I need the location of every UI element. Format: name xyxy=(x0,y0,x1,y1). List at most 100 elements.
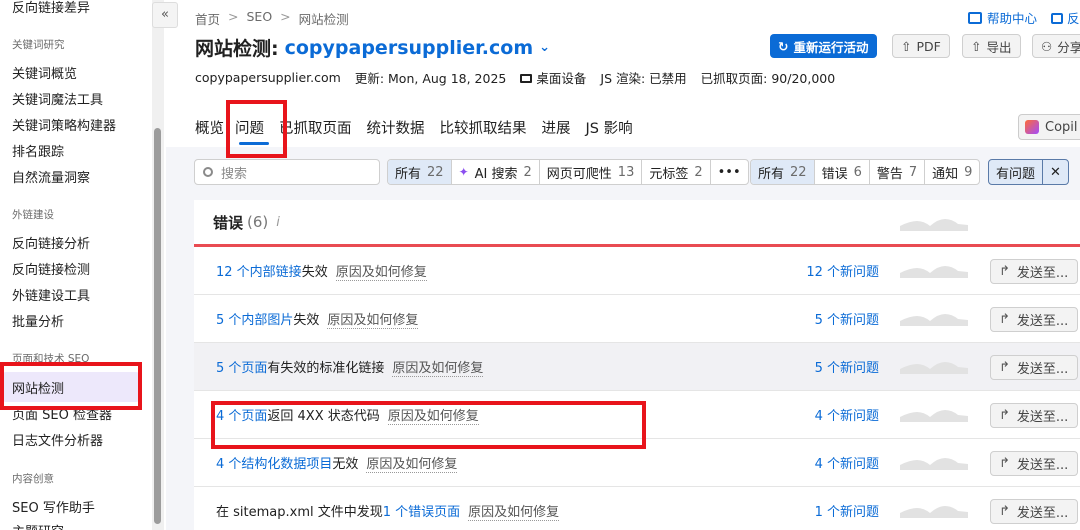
new-issues-link[interactable]: 4 个新问题 xyxy=(784,453,879,472)
sidebar-scrollbar-thumb[interactable] xyxy=(154,128,161,524)
new-issues-link[interactable]: 5 个新问题 xyxy=(784,309,879,328)
sidebar-item-backlink-analytics[interactable]: 反向链接分析 xyxy=(12,233,90,252)
send-to-button[interactable]: ↱ 发送至... xyxy=(990,403,1078,428)
sidebar-item-seo-writing-assistant[interactable]: SEO 写作助手 xyxy=(12,497,95,516)
sidebar-heading-keyword-research: 关键词研究 xyxy=(12,39,65,51)
table-row[interactable]: 在 sitemap.xml 文件中发现 1 个错误页面 原因及如何修复 1 个新… xyxy=(194,487,1080,530)
filter-category-ai-search[interactable]: ✦ AI 搜索 2 xyxy=(452,160,540,184)
tab-statistics[interactable]: 统计数据 xyxy=(367,117,425,138)
rerun-campaign-button[interactable]: ↻ 重新运行活动 xyxy=(770,34,877,58)
new-issues-link[interactable]: 1 个新问题 xyxy=(784,501,879,520)
issue-text: 失效 xyxy=(301,265,328,280)
chevron-down-icon[interactable]: ⌄ xyxy=(539,40,550,55)
issue-link[interactable]: 12 个内部链接 xyxy=(216,261,302,280)
sidebar-item-keyword-overview[interactable]: 关键词概览 xyxy=(12,63,77,82)
share-arrow-icon: ↱ xyxy=(999,408,1010,423)
tab-overview[interactable]: 概览 xyxy=(195,117,224,138)
export-button[interactable]: ⇧ 导出 xyxy=(962,34,1021,58)
tab-js-impact[interactable]: JS 影响 xyxy=(586,117,633,138)
annotation-box-4xx-row xyxy=(211,401,646,449)
upload-icon: ⇧ xyxy=(971,38,982,54)
why-and-how-to-fix-link[interactable]: 原因及如何修复 xyxy=(468,501,560,521)
new-issues-link[interactable]: 12 个新问题 xyxy=(784,261,879,280)
table-row[interactable]: 12 个内部链接 失效 原因及如何修复 12 个新问题 ↱ 发送至... xyxy=(194,247,1080,295)
send-to-button[interactable]: ↱ 发送至... xyxy=(990,307,1078,332)
table-row[interactable]: 5 个内部图片 失效 原因及如何修复 5 个新问题 ↱ 发送至... xyxy=(194,295,1080,343)
why-and-how-to-fix-link[interactable]: 原因及如何修复 xyxy=(392,357,484,377)
sidebar-item-link-building-tool[interactable]: 外链建设工具 xyxy=(12,285,90,304)
search-icon xyxy=(203,167,213,177)
share-arrow-icon: ↱ xyxy=(999,360,1010,375)
meta-pages-crawled: 已抓取页面: 90/20,000 xyxy=(700,71,836,86)
trend-sparkline xyxy=(900,362,968,374)
breadcrumb-seo[interactable]: SEO xyxy=(247,9,273,28)
feedback-link[interactable]: 反 xyxy=(1051,8,1080,27)
breadcrumb-home[interactable]: 首页 xyxy=(195,9,220,28)
copilot-button[interactable]: Copil xyxy=(1018,114,1080,140)
error-group-title: 错误 xyxy=(213,213,244,232)
issue-link[interactable]: 5 个页面 xyxy=(216,357,267,376)
filter-category-all[interactable]: 所有 22 xyxy=(388,160,452,184)
info-icon[interactable]: i xyxy=(276,215,280,230)
send-to-button[interactable]: ↱ 发送至... xyxy=(990,355,1078,380)
sidebar-item-topic-research[interactable]: 主题研究 xyxy=(12,521,64,530)
breadcrumb-sep-icon: > xyxy=(228,9,239,24)
sidebar-item-log-file-analyzer[interactable]: 日志文件分析器 xyxy=(12,430,103,449)
breadcrumb-site-audit: 网站检测 xyxy=(298,12,349,27)
issue-text: 无效 xyxy=(332,457,359,472)
more-categories-icon[interactable]: ••• xyxy=(711,160,748,184)
sidebar-item-backlink-gap[interactable]: 反向链接差异 xyxy=(12,0,90,16)
why-and-how-to-fix-link[interactable]: 原因及如何修复 xyxy=(366,453,458,473)
new-issues-link[interactable]: 5 个新问题 xyxy=(784,357,879,376)
issue-link[interactable]: 5 个内部图片 xyxy=(216,309,293,328)
send-to-button[interactable]: ↱ 发送至... xyxy=(990,499,1078,524)
has-issue-filter: 有问题 ✕ xyxy=(988,159,1069,185)
book-icon xyxy=(968,12,982,24)
sidebar-item-bulk-analysis[interactable]: 批量分析 xyxy=(12,311,64,330)
severity-filter: 所有 22 错误 6 警告 7 通知 9 xyxy=(750,159,981,185)
issue-text: 失效 xyxy=(293,313,320,328)
project-domain-selector[interactable]: copypapersupplier.com xyxy=(285,37,534,59)
send-to-button[interactable]: ↱ 发送至... xyxy=(990,451,1078,476)
sidebar-item-organic-traffic-insights[interactable]: 自然流量洞察 xyxy=(12,167,90,186)
search-input[interactable]: 搜索 xyxy=(194,159,380,185)
share-button[interactable]: ⚇ 分享 xyxy=(1032,34,1080,58)
has-issue-toggle[interactable]: 有问题 xyxy=(989,160,1042,184)
close-icon[interactable]: ✕ xyxy=(1042,160,1068,184)
tab-crawled-pages[interactable]: 已抓取页面 xyxy=(279,117,352,138)
sidebar: 反向链接差异 关键词研究 关键词概览 关键词魔法工具 关键词策略构建器 排名跟踪… xyxy=(0,0,152,530)
table-row[interactable]: 5 个页面 有失效的标准化链接 原因及如何修复 5 个新问题 ↱ 发送至... xyxy=(194,343,1080,391)
filter-severity-errors[interactable]: 错误 6 xyxy=(815,160,870,184)
refresh-icon: ↻ xyxy=(778,38,789,54)
sidebar-item-backlink-audit[interactable]: 反向链接检测 xyxy=(12,259,90,278)
filter-severity-warnings[interactable]: 警告 7 xyxy=(870,160,926,184)
help-links: 帮助中心 反 xyxy=(968,8,1080,27)
chat-icon xyxy=(1051,13,1064,24)
copilot-icon xyxy=(1025,120,1039,134)
share-arrow-icon: ↱ xyxy=(999,312,1010,327)
issues-table: 错误 (6) i 12 个内部链接 失效 原因及如何修复 12 个新问题 ↱ 发送… xyxy=(194,200,1080,530)
sidebar-item-keyword-magic-tool[interactable]: 关键词魔法工具 xyxy=(12,89,103,108)
filter-category-crawlability[interactable]: 网页可爬性 13 xyxy=(540,160,643,184)
sidebar-item-keyword-strategy-builder[interactable]: 关键词策略构建器 xyxy=(12,115,116,134)
filter-category-meta-tags[interactable]: 元标签 2 xyxy=(642,160,711,184)
tab-progress[interactable]: 进展 xyxy=(542,117,571,138)
filter-severity-notices[interactable]: 通知 9 xyxy=(925,160,979,184)
breadcrumb: 首页 > SEO > 网站检测 xyxy=(195,9,349,28)
pdf-button[interactable]: ⇧ PDF xyxy=(892,34,950,58)
issue-link[interactable]: 4 个结构化数据项目 xyxy=(216,453,332,472)
help-center-link[interactable]: 帮助中心 xyxy=(968,8,1037,27)
tab-compare-crawls[interactable]: 比较抓取结果 xyxy=(440,117,527,138)
sidebar-item-position-tracking[interactable]: 排名跟踪 xyxy=(12,141,64,160)
share-arrow-icon: ↱ xyxy=(999,264,1010,279)
why-and-how-to-fix-link[interactable]: 原因及如何修复 xyxy=(327,309,419,329)
collapse-sidebar-icon[interactable]: « xyxy=(152,2,178,28)
new-issues-link[interactable]: 4 个新问题 xyxy=(784,405,879,424)
trend-sparkline xyxy=(900,458,968,470)
sidebar-heading-link-building: 外链建设 xyxy=(12,209,54,221)
error-group-header: 错误 (6) i xyxy=(194,200,1080,247)
send-to-button[interactable]: ↱ 发送至... xyxy=(990,259,1078,284)
why-and-how-to-fix-link[interactable]: 原因及如何修复 xyxy=(335,261,427,281)
issue-link[interactable]: 1 个错误页面 xyxy=(383,501,460,520)
filter-severity-all[interactable]: 所有 22 xyxy=(751,160,815,184)
